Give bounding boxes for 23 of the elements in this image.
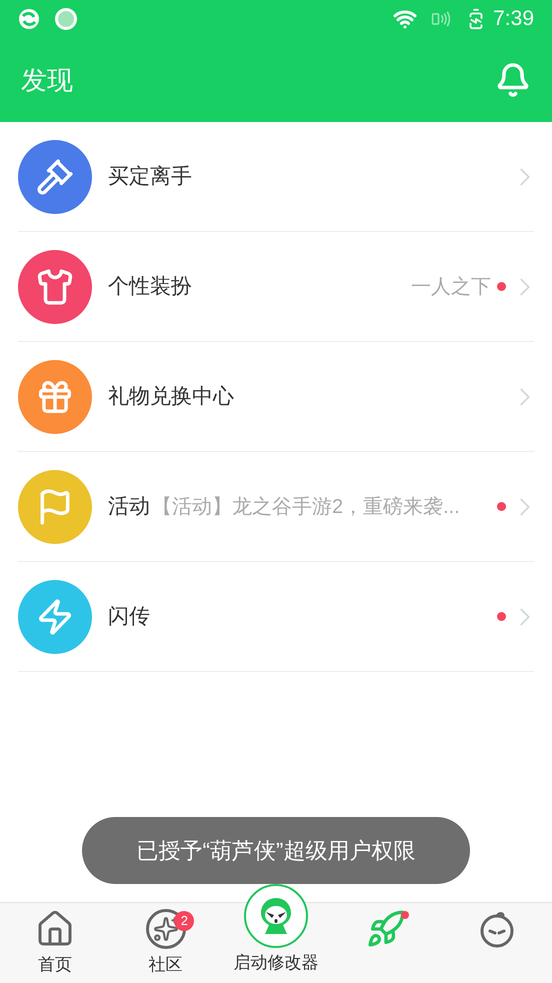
rocket-icon (366, 909, 406, 949)
menu-title: 个性装扮 (108, 274, 192, 300)
app-icon (54, 7, 78, 31)
menu-row[interactable]: 闪传 (18, 562, 534, 672)
nav-tab[interactable]: 2 社区 (110, 903, 221, 983)
menu-subtitle: 【活动】龙之谷手游2，重磅来袭... (152, 494, 460, 520)
menu-row[interactable]: 个性装扮 一人之下 (18, 232, 534, 342)
menu-row[interactable]: 买定离手 (18, 122, 534, 232)
menu-row[interactable]: 活动【活动】龙之谷手游2，重磅来袭... (18, 452, 534, 562)
notifications-button[interactable] (495, 62, 531, 98)
menu-title: 闪传 (108, 604, 150, 630)
menu-subtitle: 一人之下 (411, 274, 491, 300)
page-title: 发现 (21, 64, 73, 96)
clock-time: 7:39 (493, 6, 534, 32)
app-icon (18, 8, 40, 30)
menu-row[interactable]: 礼物兑换中心 (18, 342, 534, 452)
nav-tab[interactable]: 首页 (0, 903, 110, 983)
launch-button[interactable]: 启动修改器 (220, 884, 332, 983)
menu-title: 买定离手 (108, 164, 192, 190)
count-badge: 2 (174, 911, 194, 931)
toast-message: 已授予“葫芦侠”超级用户权限 (82, 817, 470, 884)
menu-title: 活动 (108, 494, 150, 520)
menu-title: 礼物兑换中心 (108, 384, 234, 410)
